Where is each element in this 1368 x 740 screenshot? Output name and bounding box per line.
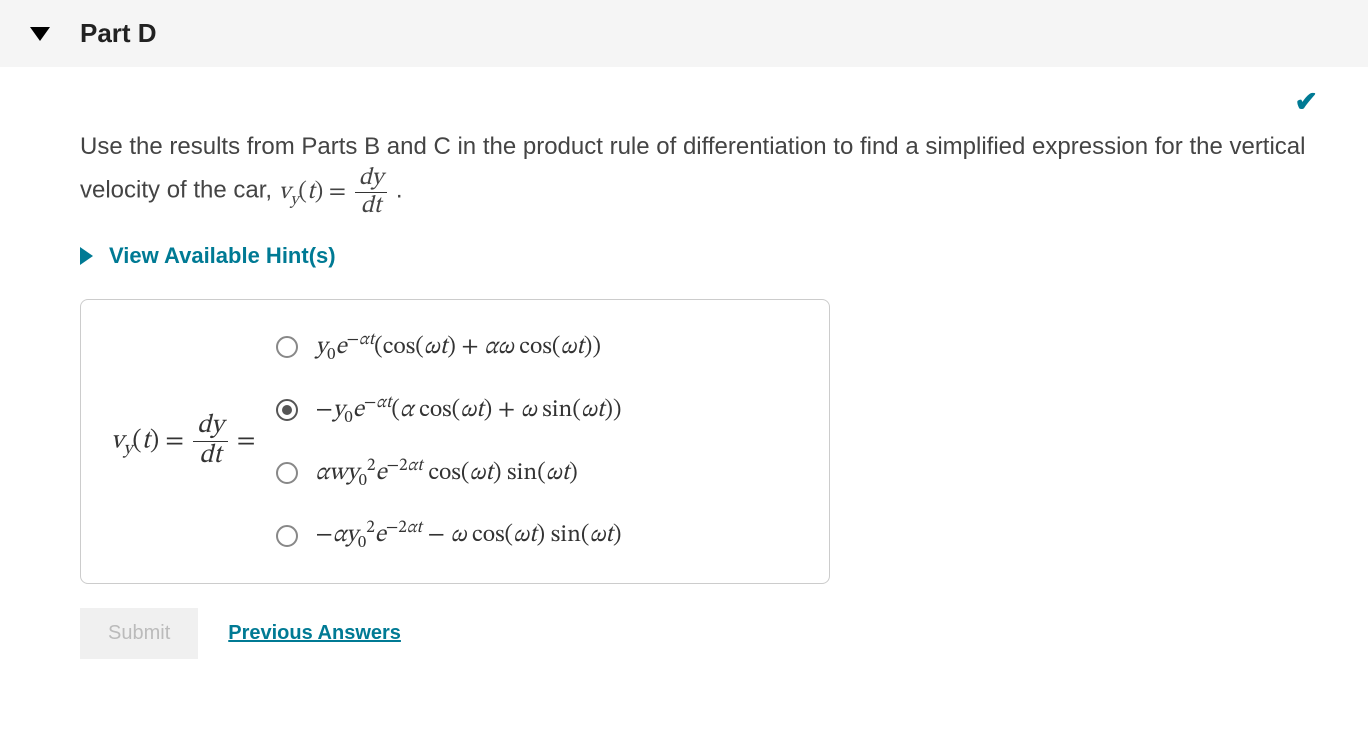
question-text: Use the results from Parts B and C in th… (80, 128, 1328, 219)
answer-box: vy(t) = dy dt = y0e−αt(cos(ωt) + αω cos(… (80, 299, 830, 584)
buttons-row: Submit Previous Answers (80, 608, 1338, 659)
submit-button[interactable]: Submit (80, 608, 198, 659)
answer-lhs: vy(t) = dy dt = (111, 412, 256, 470)
vy-expr: vy(t) = dydt (279, 180, 396, 204)
radio-icon[interactable] (276, 336, 298, 358)
check-icon: ✔ (1295, 86, 1318, 117)
option-2-expr: −y0e−αt(α cos(ωt) + ω sin(ωt)) (316, 393, 622, 428)
radio-icon[interactable] (276, 399, 298, 421)
option-3[interactable]: αwy02e−2αt cos(ωt) sin(ωt) (276, 456, 622, 491)
option-3-expr: αwy02e−2αt cos(ωt) sin(ωt) (316, 456, 578, 491)
caret-down-icon (30, 27, 50, 41)
question-pretext: Use the results from Parts B and C in th… (80, 133, 1306, 204)
option-2[interactable]: −y0e−αt(α cos(ωt) + ω sin(ωt)) (276, 393, 622, 428)
option-4-expr: −αy02e−2αt − ω cos(ωt) sin(ωt) (316, 518, 622, 553)
view-hints-button[interactable]: View Available Hint(s) (80, 243, 336, 269)
option-1-expr: y0e−αt(cos(ωt) + αω cos(ωt)) (316, 330, 601, 365)
option-1[interactable]: y0e−αt(cos(ωt) + αω cos(ωt)) (276, 330, 622, 365)
previous-answers-link[interactable]: Previous Answers (228, 622, 401, 645)
status-row: ✔ (80, 67, 1338, 128)
radio-icon[interactable] (276, 525, 298, 547)
options-group: y0e−αt(cos(ωt) + αω cos(ωt)) −y0e−αt(α c… (276, 330, 622, 553)
part-header[interactable]: Part D (0, 0, 1368, 67)
caret-right-icon (80, 247, 93, 265)
radio-icon[interactable] (276, 462, 298, 484)
part-title: Part D (80, 18, 157, 49)
option-4[interactable]: −αy02e−2αt − ω cos(ωt) sin(ωt) (276, 518, 622, 553)
hints-label: View Available Hint(s) (109, 243, 336, 269)
